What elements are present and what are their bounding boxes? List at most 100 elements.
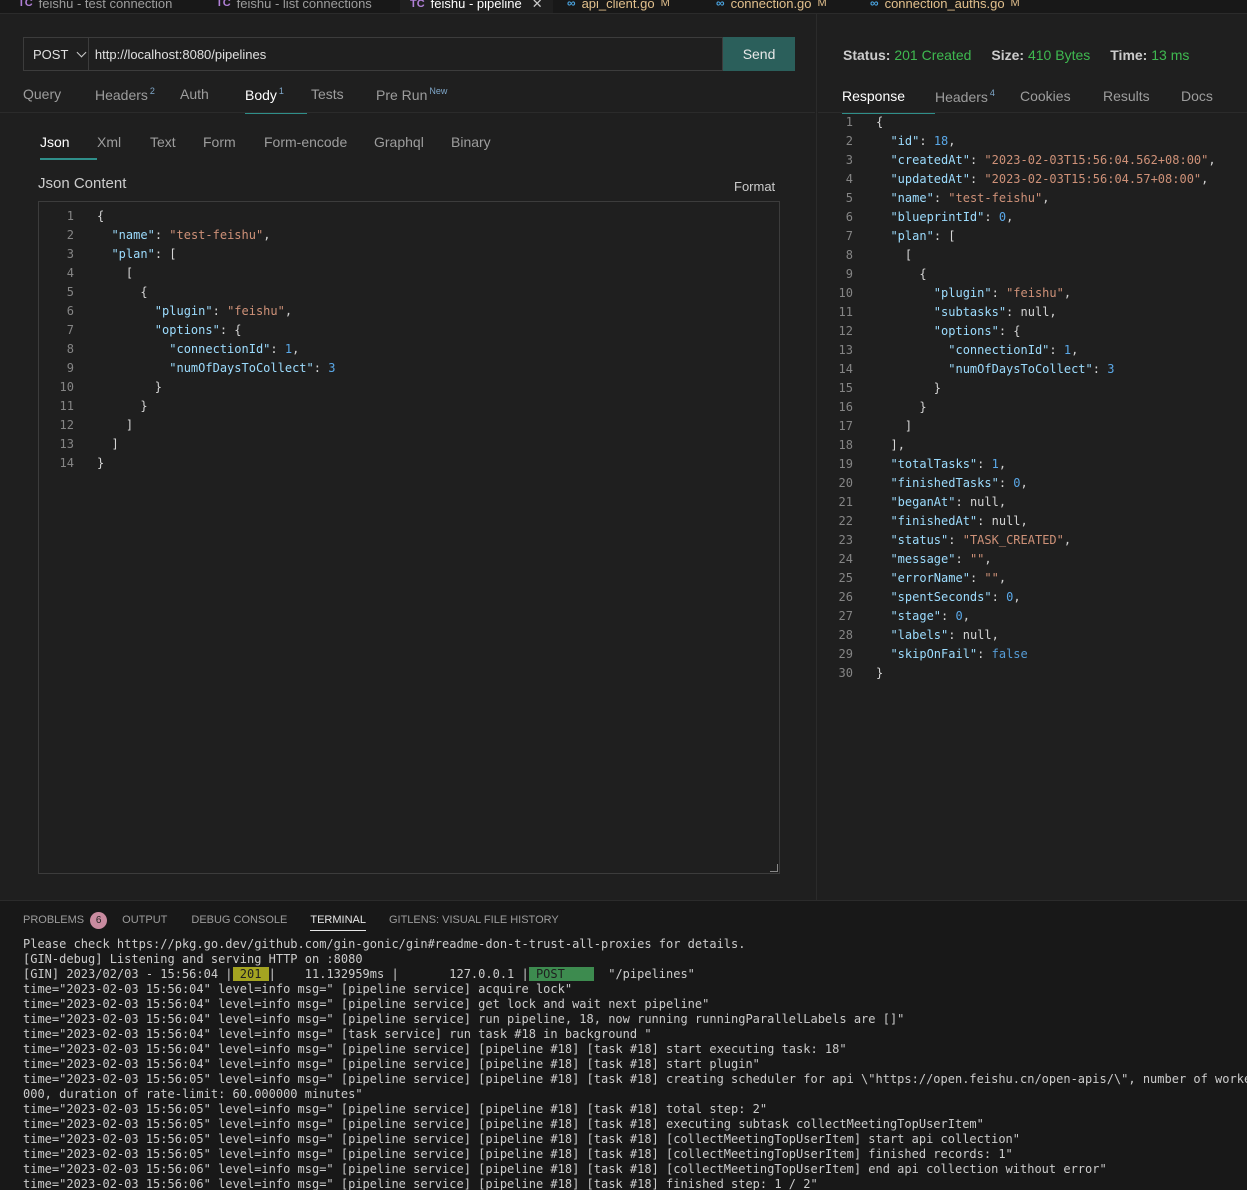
tab-cookies[interactable]: Cookies — [1020, 88, 1103, 110]
json-body-editor[interactable]: 1{2 "name": "test-feishu", 3 "plan": [4 [… — [38, 201, 780, 874]
format-button[interactable]: Format — [734, 179, 775, 194]
line-number: 6 — [66, 304, 74, 318]
tab-response-headers[interactable]: Headers 4 — [935, 88, 1020, 110]
code-text: "finishedTasks": 0, — [890, 476, 1028, 490]
body-tab-text[interactable]: Text — [150, 134, 203, 156]
line-number: 24 — [838, 552, 853, 566]
tab-feishu-list-connections[interactable]: TC feishu - list connections — [216, 0, 372, 13]
code-text: ], — [890, 438, 905, 452]
code-line: 4 "updatedAt": "2023-02-03T15:56:04.57+0… — [818, 170, 1209, 189]
tab-terminal[interactable]: TERMINAL — [310, 914, 366, 931]
line-number: 10 — [838, 286, 853, 300]
body-tab-form[interactable]: Form — [203, 134, 264, 156]
code-line: 30} — [818, 664, 884, 683]
tab-output[interactable]: OUTPUT — [122, 914, 167, 926]
code-line: 11 "subtasks": null, — [818, 303, 1057, 322]
body-tab-graphql[interactable]: Graphql — [374, 134, 451, 156]
modified-indicator: M — [817, 0, 827, 9]
code-line: 11 } — [39, 397, 148, 416]
code-text: "status": "TASK_CREATED", — [890, 533, 1072, 547]
line-number: 20 — [838, 476, 853, 490]
go-file-icon: ∞ — [870, 0, 879, 10]
go-file-icon: ∞ — [716, 0, 725, 10]
tab-connection-auths-go[interactable]: ∞ connection_auths.go M — [870, 0, 1020, 13]
body-tab-json[interactable]: Json — [40, 134, 97, 160]
tab-auth[interactable]: Auth — [180, 86, 245, 112]
code-text: "beganAt": null, — [890, 495, 1007, 509]
code-text: "labels": null, — [890, 628, 999, 642]
code-text: "options": { — [154, 323, 242, 337]
code-line: 19 "totalTasks": 1, — [818, 455, 1007, 474]
close-icon[interactable]: ✕ — [532, 0, 543, 12]
line-number: 7 — [66, 323, 74, 337]
code-line: 13 "connectionId": 1, — [818, 341, 1079, 360]
tab-feishu-pipeline[interactable]: TC feishu - pipeline ✕ — [400, 0, 553, 13]
modified-indicator: M — [660, 0, 670, 9]
terminal-line: time="2023-02-03 15:56:05" level=info ms… — [23, 1102, 768, 1116]
tab-label: feishu - test connection — [38, 0, 173, 11]
body-tab-form-encode[interactable]: Form-encode — [264, 134, 374, 156]
tab-response[interactable]: Response — [842, 88, 935, 114]
line-number: 28 — [838, 628, 853, 642]
terminal-line: time="2023-02-03 15:56:04" level=info ms… — [23, 982, 573, 996]
code-text: [ — [125, 266, 134, 280]
code-line: 7 "options": { — [39, 321, 242, 340]
tab-body[interactable]: Body 1 — [245, 86, 311, 114]
tab-label: connection_auths.go — [884, 0, 1005, 11]
tab-feishu-test-connection[interactable]: TC feishu - test connection — [18, 0, 173, 13]
code-text: { — [876, 115, 884, 129]
method-select[interactable]: POST — [23, 37, 89, 71]
code-line: 9 { — [818, 265, 927, 284]
method-badge: POST — [528, 967, 594, 981]
thunder-client-icon: TC — [18, 0, 33, 9]
line-number: 3 — [66, 247, 74, 261]
url-input[interactable]: http://localhost:8080/pipelines — [88, 37, 724, 71]
new-badge: New — [429, 86, 448, 96]
editor-tab-bar: TC feishu - test connection TC feishu - … — [0, 0, 1247, 14]
code-line: 1{ — [39, 207, 104, 226]
code-text: "numOfDaysToCollect": 3 — [948, 362, 1115, 376]
code-text: "plan": [ — [111, 247, 177, 261]
code-line: 25 "errorName": "", — [818, 569, 1007, 588]
tab-api-client-go[interactable]: ∞ api_client.go M — [567, 0, 670, 13]
code-text: } — [140, 399, 148, 413]
code-text: "name": "test-feishu", — [111, 228, 271, 242]
tab-query[interactable]: Query — [23, 86, 95, 112]
body-tab-xml[interactable]: Xml — [97, 134, 150, 156]
tab-debug-console[interactable]: DEBUG CONSOLE — [191, 914, 287, 926]
terminal-line: [GIN] 2023/02/03 - 15:56:04 | 201 | 11.1… — [23, 967, 695, 981]
terminal-line: Please check https://pkg.go.dev/github.c… — [23, 937, 746, 951]
code-text: } — [919, 400, 927, 414]
code-text: "id": 18, — [890, 134, 956, 148]
code-text: "connectionId": 1, — [169, 342, 300, 356]
code-text: "skipOnFail": false — [890, 647, 1028, 661]
code-line: 22 "finishedAt": null, — [818, 512, 1028, 531]
code-line: 28 "labels": null, — [818, 626, 999, 645]
tab-results[interactable]: Results — [1103, 88, 1181, 110]
tab-docs[interactable]: Docs — [1181, 88, 1221, 110]
tab-pre-run[interactable]: Pre Run New — [376, 86, 466, 112]
tab-connection-go[interactable]: ∞ connection.go M — [716, 0, 827, 13]
tab-gitlens-visual-file-history[interactable]: GITLENS: VISUAL FILE HISTORY — [389, 914, 559, 926]
line-number: 5 — [66, 285, 74, 299]
terminal-output[interactable]: Please check https://pkg.go.dev/github.c… — [23, 937, 1247, 1190]
code-text: "plan": [ — [890, 229, 956, 243]
code-text: "plugin": "feishu", — [154, 304, 293, 318]
size-info: Size: 410 Bytes — [991, 47, 1091, 63]
body-tab-binary[interactable]: Binary — [451, 134, 511, 156]
line-number: 8 — [845, 248, 853, 262]
send-button[interactable]: Send — [723, 37, 795, 71]
resize-handle[interactable] — [770, 864, 778, 872]
tab-label: feishu - pipeline — [430, 0, 522, 11]
line-number: 13 — [838, 343, 853, 357]
line-number: 11 — [59, 399, 74, 413]
url-bar: POST http://localhost:8080/pipelines Sen… — [23, 37, 795, 71]
terminal-line: time="2023-02-03 15:56:06" level=info ms… — [23, 1162, 1107, 1176]
code-text: "plugin": "feishu", — [933, 286, 1072, 300]
line-number: 16 — [838, 400, 853, 414]
bottom-panel: PROBLEMS 6 OUTPUT DEBUG CONSOLE TERMINAL … — [0, 900, 1247, 1190]
tab-problems[interactable]: PROBLEMS 6 — [23, 911, 108, 929]
code-line: 8 "connectionId": 1, — [39, 340, 300, 359]
tab-tests[interactable]: Tests — [311, 86, 376, 112]
tab-headers[interactable]: Headers 2 — [95, 86, 180, 112]
